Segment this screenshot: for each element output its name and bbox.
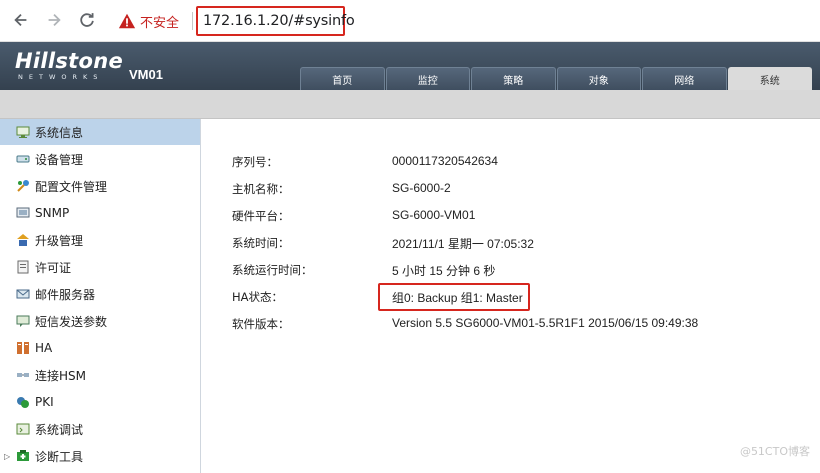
info-row-hostname: 主机名称： SG-6000-2 xyxy=(232,179,812,199)
sidebar-item-debug[interactable]: 系统调试 xyxy=(0,416,200,442)
pki-icon xyxy=(17,397,29,408)
url-text: 172.16.1.20/#sysinfo xyxy=(203,13,355,29)
upgrade-icon xyxy=(17,234,29,246)
security-indicator[interactable]: 不安全 xyxy=(118,10,179,32)
sidebar-item-diagnose[interactable]: ▷ 诊断工具 xyxy=(0,443,200,469)
sidebar-item-ha[interactable]: HA xyxy=(0,335,200,361)
sidebar: 系统信息 设备管理 配置文件管理 SNMP 升级管理 许可证 邮件服务器 短信发… xyxy=(0,119,201,473)
mail-icon xyxy=(16,289,30,299)
info-value: SG-6000-2 xyxy=(392,181,451,195)
sidebar-item-label: SNMP xyxy=(35,206,70,220)
warning-icon xyxy=(118,13,136,29)
sidebar-item-label: 短信发送参数 xyxy=(35,314,108,329)
info-row-uptime: 系统运行时间： 5 小时 15 分钟 6 秒 xyxy=(232,260,812,280)
sysinfo-panel: 序列号： 0000117320542634 主机名称： SG-6000-2 硬件… xyxy=(202,120,820,473)
monitor-icon xyxy=(16,126,30,138)
app-header: Hillstone NETWORKS VM01 首页 监控 策略 对象 网络 系… xyxy=(0,42,820,91)
sidebar-item-label: 邮件服务器 xyxy=(35,287,96,302)
snmp-icon xyxy=(16,207,30,218)
info-label: 序列号： xyxy=(232,155,278,169)
sidebar-item-label: HA xyxy=(35,341,53,355)
info-row-system-time: 系统时间： 2021/11/1 星期一 07:05:32 xyxy=(232,233,812,253)
browser-toolbar: 不安全 172.16.1.20/#sysinfo xyxy=(0,0,820,42)
sms-icon xyxy=(16,315,30,327)
info-row-serial: 序列号： 0000117320542634 xyxy=(232,152,812,172)
forward-button[interactable] xyxy=(43,9,65,31)
device-icon xyxy=(16,155,30,163)
sidebar-item-mail[interactable]: 邮件服务器 xyxy=(0,281,200,307)
sidebar-item-label: 系统调试 xyxy=(35,422,84,437)
back-arrow-icon xyxy=(14,13,27,27)
sub-toolbar xyxy=(0,90,820,119)
address-divider xyxy=(192,12,193,30)
watermark: @51CTO博客 xyxy=(739,445,810,458)
info-label: 软件版本： xyxy=(232,317,290,331)
info-row-software-version: 软件版本： Version 5.5 SG6000-VM01-5.5R1F1 20… xyxy=(232,314,812,334)
sidebar-item-label: 连接HSM xyxy=(35,368,86,383)
sidebar-item-upgrade[interactable]: 升级管理 xyxy=(0,227,200,253)
sidebar-item-config[interactable]: 配置文件管理 xyxy=(0,173,200,199)
sidebar-item-sms[interactable]: 短信发送参数 xyxy=(0,308,200,334)
sidebar-item-snmp[interactable]: SNMP xyxy=(0,200,200,226)
logo-sub-text: NETWORKS xyxy=(18,73,104,81)
expand-arrow-icon[interactable]: ▷ xyxy=(4,452,10,461)
tab-monitor[interactable]: 监控 xyxy=(385,67,470,90)
address-bar[interactable]: 172.16.1.20/#sysinfo xyxy=(196,6,355,36)
sidebar-item-pki[interactable]: PKI xyxy=(0,389,200,415)
sidebar-item-label: 设备管理 xyxy=(35,152,84,167)
security-label: 不安全 xyxy=(140,15,180,31)
hillstone-logo: Hillstone NETWORKS xyxy=(15,50,123,81)
sidebar-item-label: 诊断工具 xyxy=(35,449,84,464)
diagnose-icon xyxy=(17,450,29,461)
hsm-icon xyxy=(17,373,29,377)
sidebar-item-sysinfo[interactable]: 系统信息 xyxy=(0,119,200,145)
reload-icon xyxy=(80,13,94,27)
sidebar-item-label: 系统信息 xyxy=(35,125,84,140)
sidebar-item-device[interactable]: 设备管理 xyxy=(0,146,200,172)
device-name: VM01 xyxy=(129,67,163,82)
tab-network[interactable]: 网络 xyxy=(642,67,727,90)
info-label: 系统时间： xyxy=(232,236,290,250)
config-icon xyxy=(17,180,29,192)
logo-main-text: Hillstone xyxy=(15,49,124,73)
info-row-platform: 硬件平台： SG-6000-VM01 xyxy=(232,206,812,226)
tab-system[interactable]: 系统 xyxy=(727,67,812,91)
info-label: 主机名称： xyxy=(232,182,290,196)
sidebar-item-label: 许可证 xyxy=(35,260,72,275)
info-value: 2021/11/1 星期一 07:05:32 xyxy=(392,237,534,251)
tab-home[interactable]: 首页 xyxy=(300,67,385,90)
ha-icon xyxy=(17,342,29,354)
info-label: 硬件平台： xyxy=(232,209,290,223)
main-tabs: 首页 监控 策略 对象 网络 系统 xyxy=(300,67,813,91)
info-value: 0000117320542634 xyxy=(392,154,498,168)
sidebar-item-label: 配置文件管理 xyxy=(35,179,108,194)
ha-status-highlight xyxy=(378,283,530,311)
debug-icon xyxy=(16,423,30,435)
sidebar-item-label: 升级管理 xyxy=(35,233,84,248)
info-value: 5 小时 15 分钟 6 秒 xyxy=(392,264,496,278)
tab-objects[interactable]: 对象 xyxy=(556,67,641,90)
info-value: Version 5.5 SG6000-VM01-5.5R1F1 2015/06/… xyxy=(392,316,699,330)
tab-policy[interactable]: 策略 xyxy=(471,67,556,90)
reload-button[interactable] xyxy=(76,9,98,31)
back-button[interactable] xyxy=(10,9,32,31)
license-icon xyxy=(17,260,29,274)
info-label: HA状态： xyxy=(232,290,284,304)
sidebar-item-license[interactable]: 许可证 xyxy=(0,254,200,280)
info-label: 系统运行时间： xyxy=(232,263,313,277)
sidebar-item-label: PKI xyxy=(35,395,54,409)
forward-arrow-icon xyxy=(48,13,61,27)
sidebar-item-hsm[interactable]: 连接HSM xyxy=(0,362,200,388)
info-value: SG-6000-VM01 xyxy=(392,208,476,222)
